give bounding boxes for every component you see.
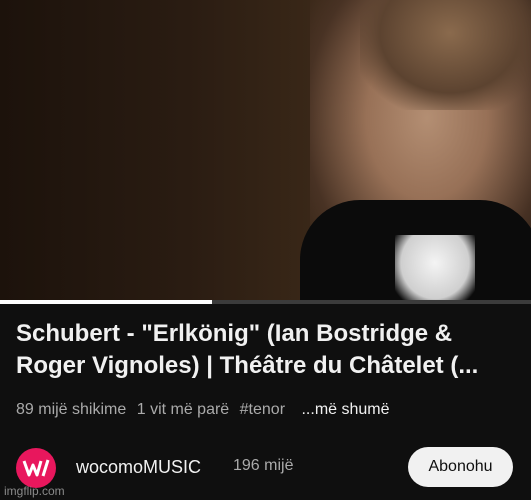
avatar[interactable] <box>16 448 56 488</box>
view-count: 89 mijë shikime <box>16 401 127 418</box>
subscribe-button[interactable]: Abonohu <box>408 447 513 487</box>
wocomo-logo-icon <box>22 459 50 477</box>
progress-bar-fill <box>0 300 213 304</box>
upload-age: 1 vit më parë <box>136 401 230 418</box>
video-title[interactable]: Schubert - "Erlkönig" (Ian Bostridge & R… <box>16 318 516 382</box>
channel-name[interactable]: wocomoMUSIC <box>76 457 201 478</box>
subscriber-count: 196 mijë <box>233 457 294 474</box>
progress-bar[interactable] <box>0 300 531 304</box>
video-player[interactable] <box>0 0 531 302</box>
more-button[interactable]: ...më shumë <box>301 401 389 418</box>
hashtag-link[interactable]: #tenor <box>240 401 285 418</box>
video-meta: 89 mijë shikime 1 vit më parë #tenor ...… <box>16 401 396 419</box>
channel-row: wocomoMUSIC 196 mijë Abonohu <box>0 440 531 496</box>
watermark: imgflip.com <box>4 484 65 498</box>
